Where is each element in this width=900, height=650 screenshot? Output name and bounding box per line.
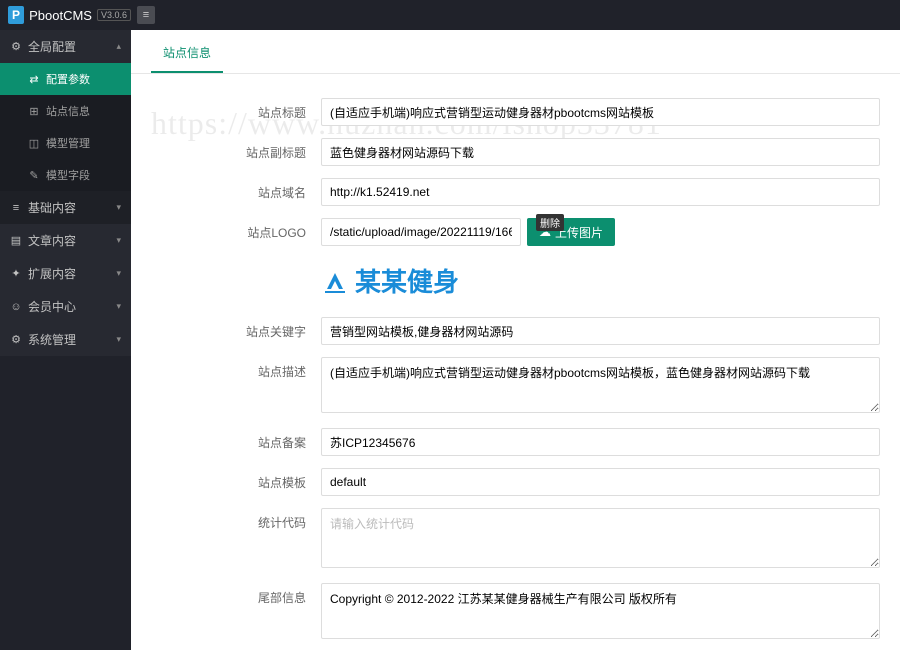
chevron-down-icon: ▾ <box>116 334 121 345</box>
chevron-down-icon: ▾ <box>116 301 121 312</box>
input-site-subtitle[interactable] <box>321 138 880 166</box>
logo-preview-text: 某某健身 <box>355 262 459 299</box>
textarea-stat-code[interactable] <box>321 508 880 568</box>
textarea-footer-info[interactable]: Copyright © 2012-2022 江苏某某健身器械生产有限公司 版权所… <box>321 583 880 639</box>
sidebar-group-label: 文章内容 <box>28 232 116 249</box>
input-site-template[interactable] <box>321 468 880 496</box>
label-stat-code: 统计代码 <box>151 508 321 531</box>
label-site-desc: 站点描述 <box>151 357 321 380</box>
label-site-domain: 站点域名 <box>151 178 321 201</box>
gear-icon: ⚙ <box>10 333 22 346</box>
sidebar-group-basic-content[interactable]: ≡ 基础内容 ▾ <box>0 191 131 224</box>
sidebar-group-label: 全局配置 <box>28 38 116 55</box>
row-site-title: 站点标题 <box>131 92 900 132</box>
input-site-domain[interactable] <box>321 178 880 206</box>
input-site-title[interactable] <box>321 98 880 126</box>
hamburger-icon: ≡ <box>143 10 149 21</box>
row-site-keywords: 站点关键字 <box>131 311 900 351</box>
row-site-desc: 站点描述 (自适应手机端)响应式营销型运动健身器材pbootcms网站模板，蓝色… <box>131 351 900 422</box>
row-site-subtitle: 站点副标题 <box>131 132 900 172</box>
input-site-logo[interactable] <box>321 218 521 246</box>
sidebar-group-label: 会员中心 <box>28 298 116 315</box>
sidebar-item-site-info[interactable]: ⊞ 站点信息 <box>0 95 131 127</box>
tab-bar: 站点信息 <box>131 30 900 74</box>
file-icon: ▤ <box>10 234 22 247</box>
grid-icon: ⊞ <box>28 105 40 118</box>
logo-preview: 某某健身 <box>321 262 900 299</box>
sidebar-group-label: 系统管理 <box>28 331 116 348</box>
user-icon: ☺ <box>10 301 22 313</box>
delete-tooltip: 删除 <box>536 214 564 231</box>
label-site-title: 站点标题 <box>151 98 321 121</box>
layers-icon: ◫ <box>28 137 40 150</box>
chevron-down-icon: ▾ <box>116 235 121 246</box>
chevron-down-icon: ▾ <box>116 202 121 213</box>
tab-site-info[interactable]: 站点信息 <box>151 44 223 73</box>
sidebar-group-extend[interactable]: ✦ 扩展内容 ▾ <box>0 257 131 290</box>
sidebar-group-global[interactable]: ⚙ 全局配置 ▴ <box>0 30 131 63</box>
label-site-logo: 站点LOGO <box>151 218 321 241</box>
row-footer-info: 尾部信息 Copyright © 2012-2022 江苏某某健身器械生产有限公… <box>131 577 900 648</box>
sidebar-item-label: 配置参数 <box>46 71 90 87</box>
sliders-icon: ⇄ <box>28 73 40 86</box>
label-site-subtitle: 站点副标题 <box>151 138 321 161</box>
brand-logo-icon: P <box>8 6 24 24</box>
main-content: https://www.huzhan.com/ishop33781 站点信息 站… <box>131 30 900 650</box>
sidebar-group-system[interactable]: ⚙ 系统管理 ▾ <box>0 323 131 356</box>
brand-name: PbootCMS <box>29 8 92 23</box>
row-site-logo: 站点LOGO ☁ 上传图片 删除 <box>131 212 900 252</box>
input-site-icp[interactable] <box>321 428 880 456</box>
row-stat-code: 统计代码 <box>131 502 900 577</box>
list-icon: ≡ <box>10 202 22 214</box>
row-site-domain: 站点域名 <box>131 172 900 212</box>
sidebar-group-label: 扩展内容 <box>28 265 116 282</box>
edit-icon: ✎ <box>28 169 40 182</box>
version-badge: V3.0.6 <box>97 9 131 21</box>
sidebar-item-model-fields[interactable]: ✎ 模型字段 <box>0 159 131 191</box>
row-site-template: 站点模板 <box>131 462 900 502</box>
brand-box: P PbootCMS V3.0.6 <box>0 6 131 24</box>
sidebar-item-label: 模型管理 <box>46 135 90 151</box>
sidebar-item-model-manage[interactable]: ◫ 模型管理 <box>0 127 131 159</box>
label-site-template: 站点模板 <box>151 468 321 491</box>
row-site-icp: 站点备案 <box>131 422 900 462</box>
chevron-up-icon: ▴ <box>116 41 121 52</box>
fitness-logo-icon <box>321 267 349 295</box>
sidebar-item-config-params[interactable]: ⇄ 配置参数 <box>0 63 131 95</box>
textarea-site-desc[interactable]: (自适应手机端)响应式营销型运动健身器材pbootcms网站模板，蓝色健身器材网… <box>321 357 880 413</box>
sidebar-group-label: 基础内容 <box>28 199 116 216</box>
sidebar-group-article[interactable]: ▤ 文章内容 ▾ <box>0 224 131 257</box>
sidebar-toggle-button[interactable]: ≡ <box>137 6 155 24</box>
sidebar-item-label: 站点信息 <box>46 103 90 119</box>
sparkle-icon: ✦ <box>10 267 22 280</box>
sidebar-item-label: 模型字段 <box>46 167 90 183</box>
label-site-icp: 站点备案 <box>151 428 321 451</box>
top-header: P PbootCMS V3.0.6 ≡ <box>0 0 900 30</box>
input-site-keywords[interactable] <box>321 317 880 345</box>
chevron-down-icon: ▾ <box>116 268 121 279</box>
gear-icon: ⚙ <box>10 40 22 53</box>
label-footer-info: 尾部信息 <box>151 583 321 606</box>
sidebar-group-member[interactable]: ☺ 会员中心 ▾ <box>0 290 131 323</box>
label-site-keywords: 站点关键字 <box>151 317 321 340</box>
sidebar: ⚙ 全局配置 ▴ ⇄ 配置参数 ⊞ 站点信息 ◫ 模型管理 ✎ 模型字段 ≡ 基… <box>0 30 131 650</box>
